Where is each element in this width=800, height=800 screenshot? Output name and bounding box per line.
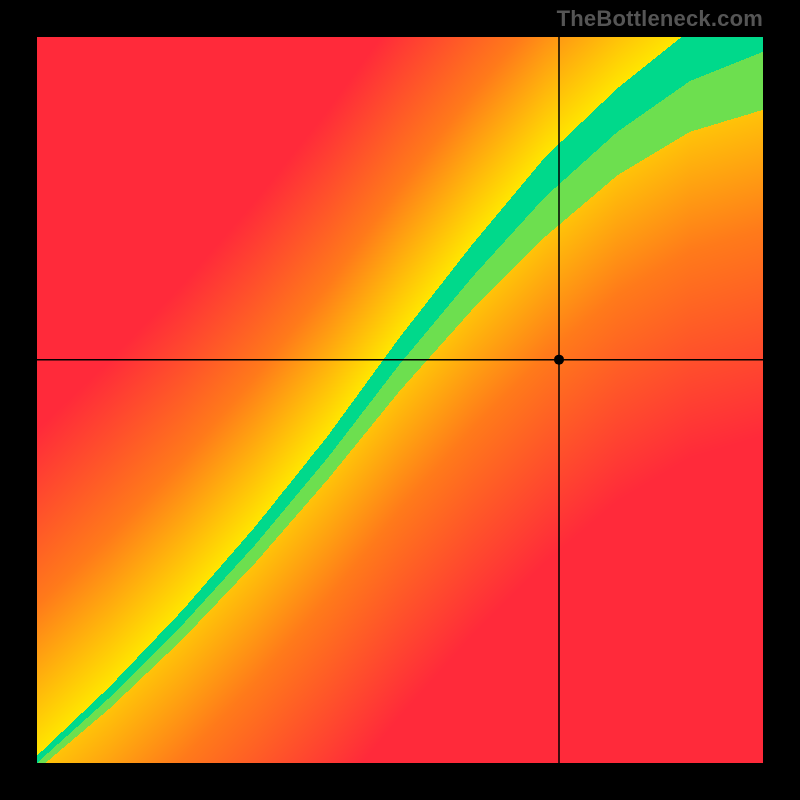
watermark-label: TheBottleneck.com <box>557 6 763 32</box>
bottleneck-heatmap <box>37 37 763 763</box>
chart-frame: TheBottleneck.com <box>0 0 800 800</box>
